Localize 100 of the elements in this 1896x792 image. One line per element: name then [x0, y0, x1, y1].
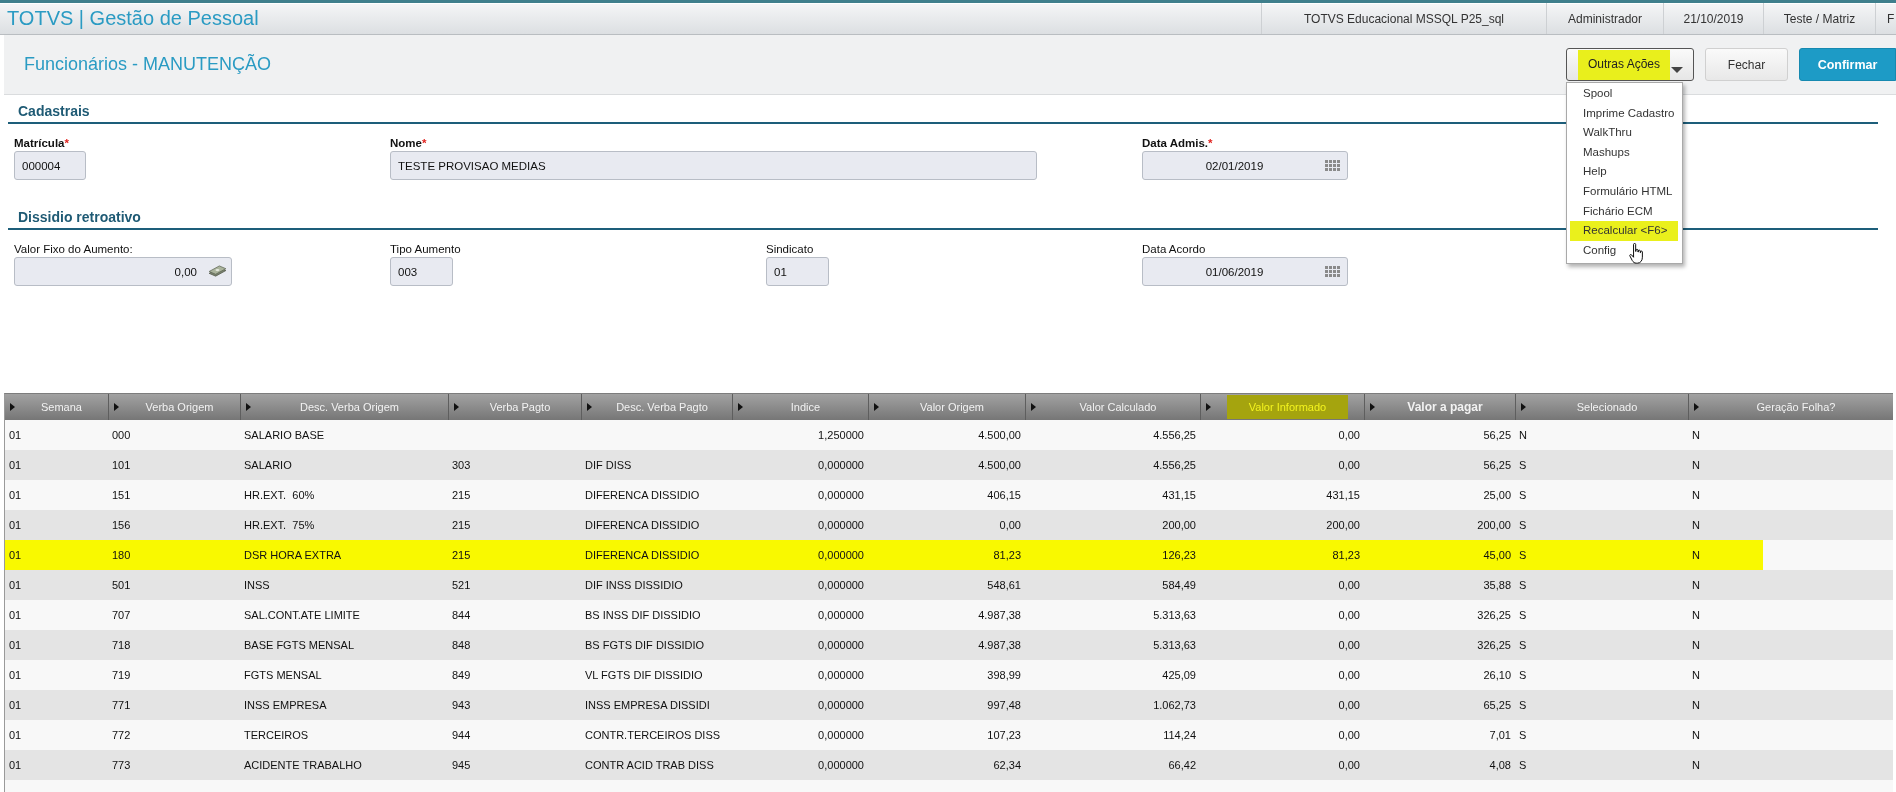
table-cell: 0,00: [1338, 429, 1360, 441]
table-cell: 0,00: [1338, 669, 1360, 681]
caret-icon[interactable]: [587, 403, 592, 411]
caret-icon[interactable]: [738, 403, 743, 411]
table-cell: 4,08: [1489, 759, 1511, 771]
table-cell: S: [1519, 459, 1527, 471]
table-cell: N: [1692, 579, 1700, 591]
table-cell: N: [1692, 669, 1700, 681]
table-cell: CONTR.TERCEIROS DISS: [585, 729, 721, 741]
table-row[interactable]: 01 101 SALARIO 303 DIF DISS 0,000000 4.500,00 4.556,25 0,00 56,25 S N: [5, 450, 1893, 480]
table-cell: 01: [9, 549, 22, 561]
table-cell: 326,25: [1477, 639, 1511, 651]
table-cell: 0,00: [1338, 639, 1360, 651]
menu-item[interactable]: Recalcular <F6>: [1570, 221, 1678, 241]
table-cell: N: [1692, 699, 1700, 711]
table-cell: FGTS MENSAL: [244, 669, 322, 681]
table-cell: 56,25: [1483, 459, 1511, 471]
input-field[interactable]: 003: [390, 257, 453, 286]
table-cell: N: [1692, 639, 1700, 651]
table-cell: 719: [112, 669, 131, 681]
table-cell: 0,000000: [818, 609, 864, 621]
caret-icon[interactable]: [1031, 403, 1036, 411]
table-cell: 4.556,25: [1153, 459, 1196, 471]
table-cell: 01: [9, 699, 22, 711]
table-cell: BS FGTS DIF DISSIDIO: [585, 639, 705, 651]
input-field[interactable]: 0,00: [14, 257, 232, 286]
table-cell: 01: [9, 729, 22, 741]
table-cell: N: [1692, 459, 1700, 471]
table-cell: 114,24: [1163, 729, 1196, 741]
table-cell: BS INSS DIF DISSIDIO: [585, 609, 701, 621]
money-icon[interactable]: [208, 265, 227, 278]
menu-item[interactable]: Help: [1567, 162, 1682, 182]
table-cell: 431,15: [1326, 489, 1360, 501]
table-cell: 848: [452, 639, 471, 651]
input-field[interactable]: 000004: [14, 151, 86, 180]
table-cell: 126,23: [1162, 549, 1196, 561]
input-field[interactable]: 01: [766, 257, 829, 286]
table-cell: 45,00: [1483, 549, 1511, 561]
table-cell: 01: [9, 639, 22, 651]
input-field[interactable]: 02/01/2019: [1142, 151, 1348, 180]
table-cell: 431,15: [1162, 489, 1196, 501]
caret-icon[interactable]: [114, 403, 119, 411]
table-cell: 997,48: [987, 699, 1021, 711]
table-cell: 200,00: [1477, 519, 1511, 531]
table-row[interactable]: 01 156 HR.EXT. 75% 215 DIFERENCA DISSIDIO 0,000000 0,00 200,00 200,00 200,00 S N: [5, 510, 1893, 540]
table-cell: 548,61: [987, 579, 1021, 591]
caret-icon[interactable]: [1521, 403, 1526, 411]
menu-item[interactable]: WalkThru: [1567, 123, 1682, 143]
table-cell: 4.556,25: [1153, 429, 1196, 441]
table-row[interactable]: 01 771 INSS EMPRESA 943 INSS EMPRESA DISSIDI 0,000000 997,48 1.062,73 0,00 65,25 S N: [5, 690, 1893, 720]
table-cell: 1,250000: [818, 429, 864, 441]
menu-item[interactable]: Mashups: [1567, 142, 1682, 163]
table-row[interactable]: 01 773 ACIDENTE TRABALHO 945 CONTR ACID TRAB DISS 0,000000 62,34 66,42 0,00 4,08 S N: [5, 750, 1893, 780]
menu-item[interactable]: Config: [1567, 240, 1682, 261]
caret-icon[interactable]: [874, 403, 879, 411]
table-cell: N: [1692, 729, 1700, 741]
table-cell: 0,000000: [818, 669, 864, 681]
caret-icon[interactable]: [1206, 403, 1211, 411]
table-cell: 0,000000: [818, 549, 864, 561]
table-cell: S: [1519, 549, 1527, 561]
menu-item[interactable]: Formulário HTML: [1567, 181, 1682, 202]
table-cell: S: [1519, 669, 1527, 681]
table-row[interactable]: 01 718 BASE FGTS MENSAL 848 BS FGTS DIF DISSIDIO 0,000000 4.987,38 5.313,63 0,00 326,25 S N: [5, 630, 1893, 660]
table-cell: 0,000000: [818, 519, 864, 531]
menu-item[interactable]: Fichário ECM: [1567, 201, 1682, 222]
table-cell: BASE FGTS MENSAL: [244, 639, 355, 651]
table-cell: 200,00: [1326, 519, 1360, 531]
table-cell: SALARIO: [244, 459, 292, 471]
header-info-text: 21/10/2019: [1683, 11, 1744, 26]
table-cell: DSR HORA EXTRA: [244, 549, 342, 561]
table-cell: 200,00: [1162, 519, 1196, 531]
table-cell: 326,25: [1477, 609, 1511, 621]
table-cell: INSS EMPRESA: [244, 699, 327, 711]
table-cell: 215: [452, 489, 471, 501]
table-cell: 944: [452, 729, 471, 741]
caret-icon[interactable]: [454, 403, 459, 411]
calendar-icon[interactable]: [1325, 266, 1340, 277]
table-cell: DIFERENCA DISSIDIO: [585, 489, 700, 501]
table-cell: 1.062,73: [1153, 699, 1196, 711]
input-field[interactable]: TESTE PROVISAO MEDIAS: [390, 151, 1037, 180]
menu-item[interactable]: Imprime Cadastro: [1567, 103, 1682, 124]
secondary-button[interactable]: Fechar: [1705, 48, 1788, 81]
table-row[interactable]: 01 501 INSS 521 DIF INSS DISSIDIO 0,000000 548,61 584,49 0,00 35,88 S N: [5, 570, 1893, 600]
input-field[interactable]: 01/06/2019: [1142, 257, 1348, 286]
field-label: Sindicato: [766, 242, 814, 257]
table-cell: 7,01: [1489, 729, 1511, 741]
table-cell: 107,23: [987, 729, 1021, 741]
table-cell: 0,000000: [818, 639, 864, 651]
table-cell: 0,00: [1338, 759, 1360, 771]
dropdown-button[interactable]: Outras Ações: [1566, 48, 1694, 81]
table-cell: 425,09: [1162, 669, 1196, 681]
caret-icon[interactable]: [246, 403, 251, 411]
table-cell: 303: [452, 459, 471, 471]
calendar-icon[interactable]: [1325, 160, 1340, 171]
table-cell: DIF INSS DISSIDIO: [585, 579, 683, 591]
table-cell: 773: [112, 759, 131, 771]
caret-icon[interactable]: [1694, 403, 1699, 411]
menu-item[interactable]: Spool: [1567, 84, 1682, 104]
caret-icon[interactable]: [10, 403, 15, 411]
caret-icon[interactable]: [1370, 403, 1375, 411]
